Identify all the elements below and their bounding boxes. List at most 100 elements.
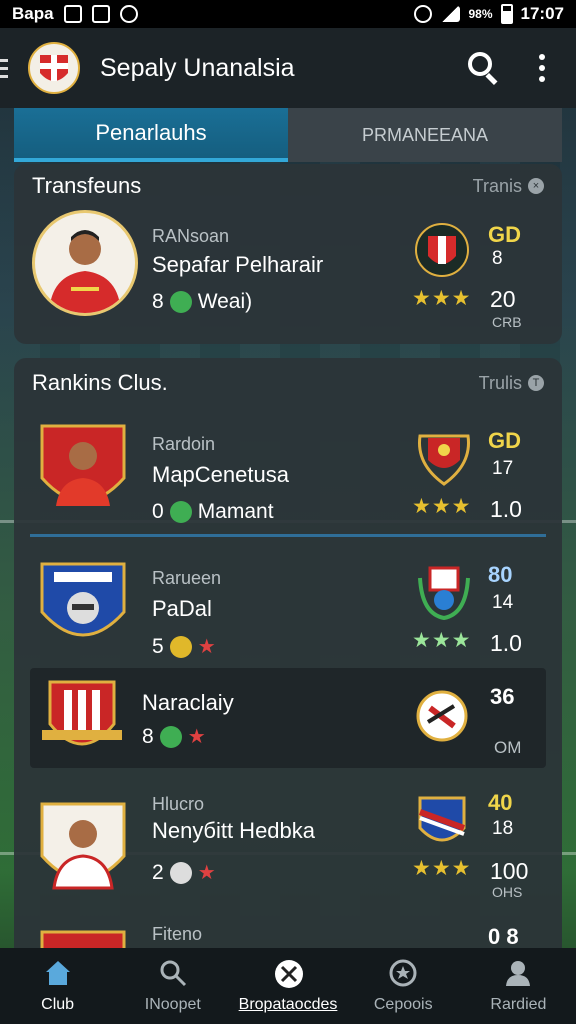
meta-number: 8 [142,724,154,748]
club-name: MapCenetusa [152,462,289,487]
divider [30,534,546,537]
stat-code: OM [494,738,522,757]
nav-rardied[interactable]: Rardied [461,948,576,1024]
player-name: Sepafar Pelharair [152,252,324,277]
battery-icon [500,4,513,24]
player-avatar [32,210,138,316]
nav-inoopet[interactable]: INoopet [115,948,230,1024]
nav-label: Rardied [490,996,547,1013]
club-crest-icon [414,788,470,852]
star-icon: ★ [197,636,216,658]
stat-grade: GD [488,428,521,453]
meta-number: 5 [152,634,164,658]
meta-number: 8 [152,290,164,313]
menu-icon[interactable] [0,28,10,108]
transfers-trend[interactable]: Tranis × [473,176,544,197]
stat-rank: 14 [492,592,514,613]
tab-bar: Penarlauhs PRMANEEANA [14,108,562,162]
stat-rank: 18 [492,818,514,839]
trend-label: Tranis [472,175,522,196]
club-subtitle: Fiteno [152,924,203,944]
more-options-icon[interactable] [522,48,562,88]
app-bar: Sepaly Unanalsia [0,28,576,108]
player-meta: 8 Weai) [152,290,252,314]
meta-number: 0 [152,500,164,523]
stat-value: 20 [490,286,516,312]
club-meta: 2 ★ [152,860,216,885]
stat-value: 1.0 [490,630,522,656]
nav-club[interactable]: Club [0,948,115,1024]
meta-label: Weai) [197,290,253,313]
trend-label: Trulis [478,372,522,393]
tab-prmaneeana[interactable]: PRMANEEANA [288,108,562,162]
ranking-title: Rankins Clus. [32,370,168,395]
record-icon [119,5,138,23]
club-name: Nenyбitt Hedbka [152,818,316,843]
stat-code: OHS [492,884,523,900]
nav-label: Bropataocdes [238,996,338,1013]
carrier-label: Bapa [12,4,54,23]
ranking-row[interactable]: Hlucro Nenyбitt Hedbka 2 ★ ★★★ 40 18 100… [14,788,562,908]
battery-percent: 98% [468,7,493,21]
ranking-row[interactable]: Rarueen PaDal 5 ★ ★★★ 80 14 1.0 [14,544,562,664]
club-name: PaDal [152,596,212,621]
nav-bropataocdes[interactable]: Bropataocdes [230,948,345,1024]
star-icon: ★ [197,862,216,884]
club-badge-icon [40,674,130,778]
status-chip-icon [169,635,192,658]
club-subtitle: Rarueen [152,568,222,588]
club-crest-icon[interactable] [28,39,80,97]
rating-stars: ★★★ [412,495,472,518]
rating-stars: ★★★ [412,629,472,652]
clock: 17:07 [520,4,564,23]
club-badge-icon [38,926,128,948]
club-subtitle: Hlucro [152,794,205,814]
profile-icon [503,958,533,988]
ranking-row-selected[interactable]: Naraclaiy 8 ★ 36 OM [30,668,546,768]
tab-penarlauhs[interactable]: Penarlauhs [14,108,288,162]
club-badge-icon [38,554,128,658]
status-chip-icon [169,501,192,523]
status-bar: Bapa 98% 17:07 [0,0,576,28]
trophy-icon [388,958,418,988]
ranking-trend[interactable]: Trulis T [479,373,544,394]
app-title: Sepaly Unanalsia [100,53,295,82]
nav-label: Club [41,996,75,1013]
club-subtitle: Rardoin [152,434,216,454]
club-meta: 8 ★ [142,724,206,749]
ranking-row[interactable]: Fiteno 0 8 [14,924,562,948]
player-position: RANsoan [152,226,230,246]
stat-code: CRB [492,314,522,330]
home-icon [43,958,73,988]
notification-icon [63,5,82,23]
transfers-title: Transfeuns [32,173,142,198]
stat-grade: 40 [488,790,513,815]
star-icon: ★ [187,726,206,748]
rating-stars: ★★★ [412,287,472,310]
nav-label: Cepoois [373,996,433,1013]
stat-grade: 80 [488,562,513,587]
stat-rank: 8 [492,248,503,269]
transfer-row[interactable]: RANsoan Sepafar Pelharair 8 Weai) ★★★ GD… [14,208,562,330]
bottom-nav: Club INoopet Bropataocdes Cepoois Rardie… [0,948,576,1024]
club-meta: 5 ★ [152,634,216,659]
club-name: Naraclaiy [142,690,234,715]
club-crest-icon [414,682,470,746]
status-chip-icon [169,861,192,884]
transfers-card: Transfeuns Tranis × RANsoan Sepafar Pelh… [14,164,562,344]
ranking-row[interactable]: Rardoin MapCenetusa 0 Mamant ★★★ GD 17 1… [14,410,562,530]
search-icon[interactable] [464,48,504,88]
stat-grade: 36 [490,684,515,709]
alarm-icon [414,5,433,23]
nav-label: INoopet [144,996,201,1013]
nav-cepoois[interactable]: Cepoois [346,948,461,1024]
stat-value: 1.0 [490,496,522,522]
search-person-icon [158,958,188,988]
club-crest-icon [414,424,470,488]
wifi-icon [440,6,461,22]
rating-stars: ★★★ [412,857,472,880]
ball-icon [273,958,303,988]
status-chip-icon [159,725,182,748]
ranking-card: Rankins Clus. Trulis T Rardoin MapCenetu… [14,358,562,948]
club-crest-icon [414,558,470,622]
